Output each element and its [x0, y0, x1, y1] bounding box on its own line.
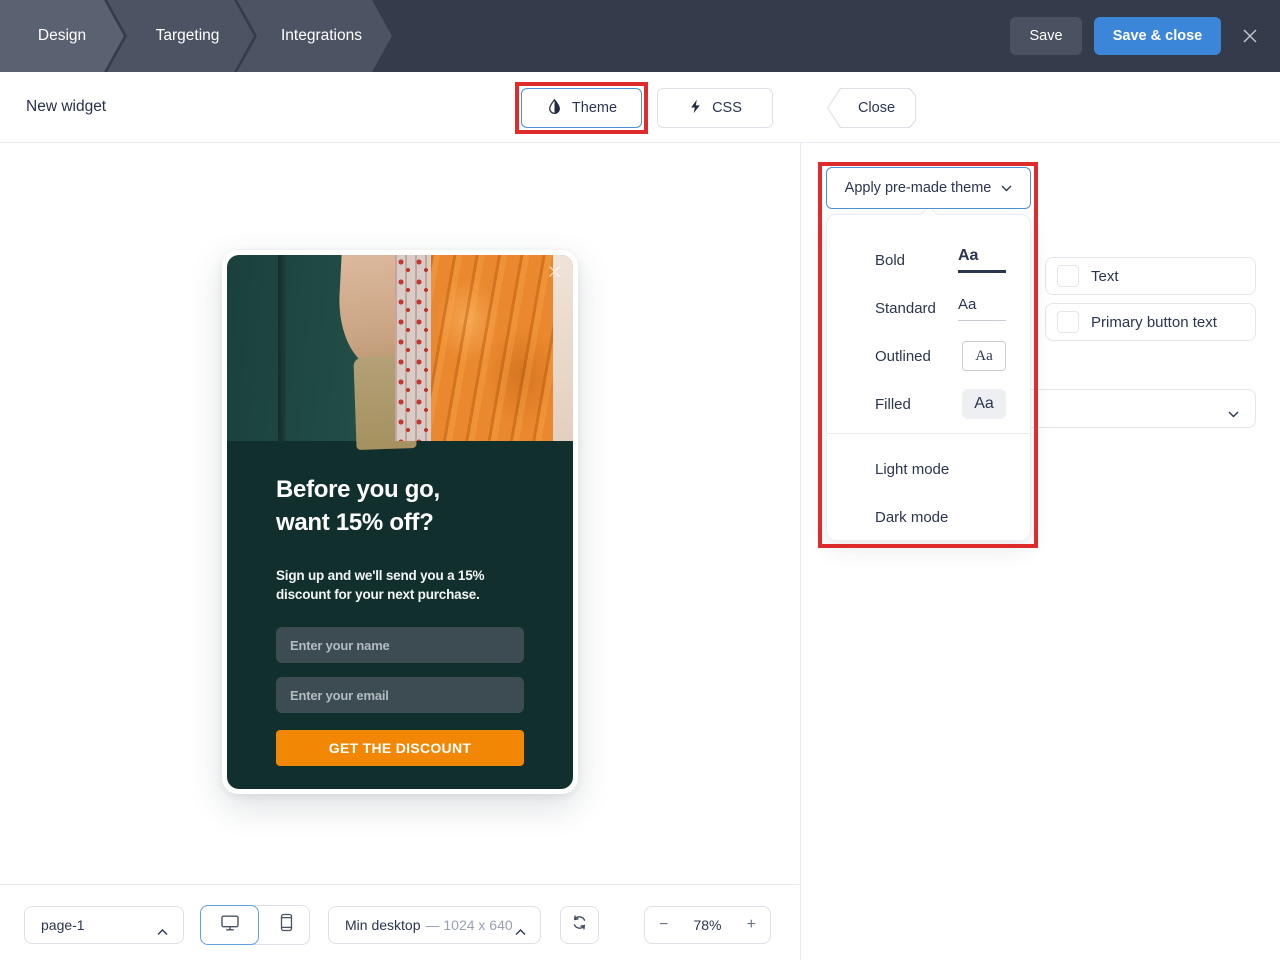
page-select-value: page-1 — [41, 917, 85, 933]
theme-button[interactable]: Theme — [521, 88, 642, 128]
standard-style-preview: Aa — [958, 296, 1006, 321]
lightning-icon — [688, 98, 703, 119]
outlined-style-preview: Aa — [962, 341, 1006, 371]
widget-submit-button[interactable]: GET THE DISCOUNT — [276, 730, 524, 766]
page-title: New widget — [26, 98, 106, 116]
toolbar-divider — [0, 884, 800, 885]
chevron-up-icon — [515, 923, 526, 941]
panel-close-button[interactable]: Close — [827, 88, 916, 128]
primary-button-text-color-field[interactable]: Primary button text — [1045, 303, 1256, 341]
widget-body-panel: Before you go, want 15% off? Sign up and… — [227, 441, 573, 789]
widget-heading-line1: Before you go, — [276, 473, 524, 506]
viewport-label: Min desktop — [345, 917, 420, 933]
theme-button-label: Theme — [572, 100, 617, 116]
tab-design[interactable]: Design — [0, 0, 124, 72]
menu-divider — [827, 433, 1030, 434]
zoom-value: 78% — [693, 917, 721, 933]
menu-item-light-mode[interactable]: Light mode — [827, 445, 1030, 493]
css-button-label: CSS — [712, 100, 742, 116]
desktop-icon — [220, 914, 240, 937]
refresh-icon — [571, 914, 588, 936]
widget-name-input[interactable] — [276, 627, 524, 663]
zoom-out-button[interactable]: − — [659, 916, 668, 934]
widget-preview-card: Before you go, want 15% off? Sign up and… — [222, 250, 578, 794]
widget-heading: Before you go, want 15% off? — [276, 473, 524, 539]
save-and-close-button[interactable]: Save & close — [1094, 17, 1221, 55]
tab-integrations-label: Integrations — [281, 27, 362, 45]
viewport-size: — 1024 x 640 — [425, 917, 512, 933]
tab-design-label: Design — [38, 27, 86, 45]
desktop-view-button[interactable] — [200, 905, 259, 945]
panel-close-label: Close — [858, 100, 895, 116]
text-color-field[interactable]: Text — [1045, 257, 1256, 295]
widget-description: Sign up and we'll send you a 15% discoun… — [276, 566, 512, 604]
mobile-view-button[interactable] — [263, 906, 309, 944]
menu-item-filled[interactable]: Filled Aa — [827, 380, 1030, 428]
zoom-control: − 78% + — [644, 906, 771, 944]
filled-style-preview: Aa — [962, 389, 1006, 419]
premade-theme-menu: Bold Aa Standard Aa Outlined Aa Filled A… — [826, 214, 1031, 541]
primary-button-text-color-swatch[interactable] — [1057, 311, 1079, 333]
menu-item-outlined[interactable]: Outlined Aa — [827, 332, 1030, 380]
save-button[interactable]: Save — [1010, 17, 1082, 55]
top-bar: Design Targeting Integrations Save Save … — [0, 0, 1280, 72]
chevron-up-icon — [157, 923, 168, 941]
mobile-icon — [280, 913, 293, 937]
panel-divider — [800, 72, 801, 960]
apply-premade-theme-dropdown[interactable]: Apply pre-made theme — [826, 167, 1031, 209]
text-color-swatch[interactable] — [1057, 265, 1079, 287]
close-editor-icon[interactable] — [1240, 26, 1260, 46]
widget-close-icon[interactable] — [548, 265, 561, 283]
chevron-down-icon — [1001, 180, 1012, 196]
text-color-label: Text — [1091, 268, 1119, 285]
preview-canvas: Before you go, want 15% off? Sign up and… — [0, 143, 800, 884]
widget-email-input[interactable] — [276, 677, 524, 713]
menu-item-dark-mode[interactable]: Dark mode — [827, 493, 1030, 541]
css-button[interactable]: CSS — [657, 88, 773, 128]
bold-style-preview: Aa — [958, 247, 1006, 273]
device-toggle-group — [200, 905, 310, 945]
refresh-preview-button[interactable] — [560, 906, 599, 944]
page-select[interactable]: page-1 — [24, 906, 184, 944]
tab-targeting[interactable]: Targeting — [107, 0, 254, 72]
zoom-in-button[interactable]: + — [747, 916, 756, 934]
apply-premade-theme-label: Apply pre-made theme — [845, 180, 992, 196]
viewport-select[interactable]: Min desktop — 1024 x 640 — [328, 906, 541, 944]
chevron-down-icon — [1228, 405, 1239, 423]
contrast-droplet-icon — [546, 98, 563, 119]
widget-heading-line2: want 15% off? — [276, 506, 524, 539]
widget-photo-clothes-rack — [227, 255, 573, 441]
menu-item-standard[interactable]: Standard Aa — [827, 284, 1030, 332]
menu-item-bold[interactable]: Bold Aa — [827, 236, 1030, 284]
tab-integrations[interactable]: Integrations — [237, 0, 392, 72]
primary-button-text-color-label: Primary button text — [1091, 314, 1217, 331]
tab-targeting-label: Targeting — [156, 27, 220, 45]
